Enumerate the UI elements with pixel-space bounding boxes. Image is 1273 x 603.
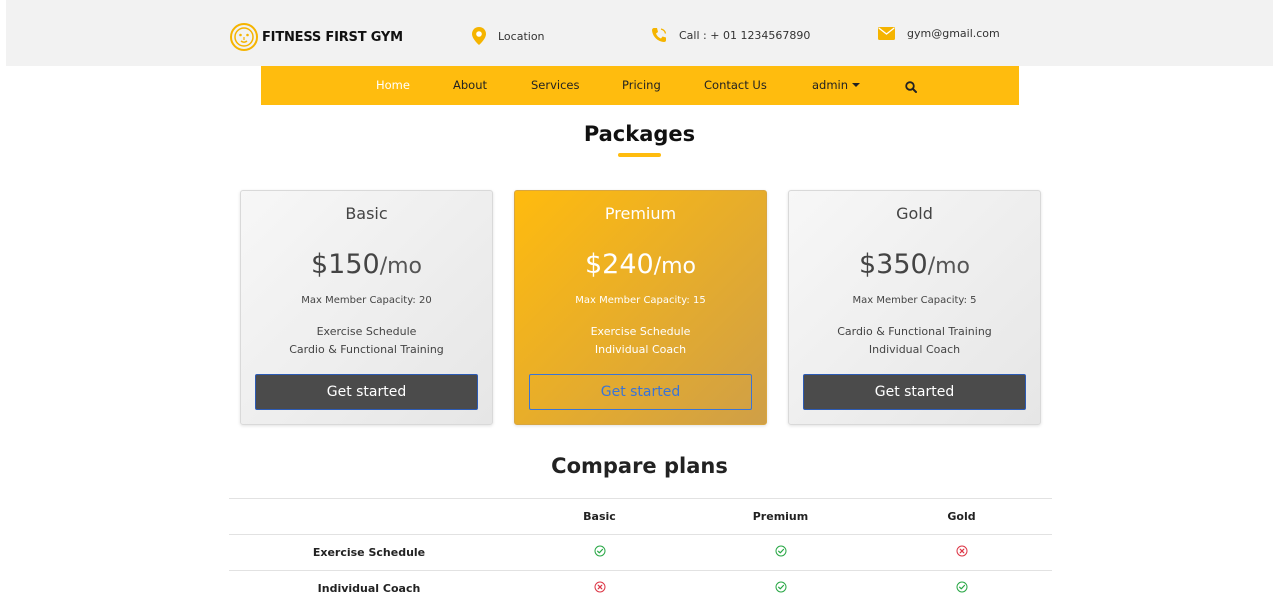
plan-feature: Cardio & Functional Training: [837, 325, 992, 338]
plan-card-gold: Gold $350/mo Max Member Capacity: 5 Card…: [788, 190, 1041, 425]
price-period: /mo: [653, 254, 697, 279]
table-cell: [509, 570, 690, 603]
lion-icon: [230, 23, 258, 51]
plan-name: Gold: [896, 204, 933, 223]
email-text: gym@gmail.com: [907, 27, 1000, 40]
nav-pricing[interactable]: Pricing: [622, 78, 661, 92]
check-circle-icon: [775, 581, 787, 596]
get-started-button-basic[interactable]: Get started: [255, 374, 478, 410]
table-row: Individual Coach: [229, 570, 1052, 603]
compare-table: Basic Premium Gold Exercise Schedule Ind…: [229, 498, 1052, 603]
search-icon: [905, 81, 917, 93]
plan-card-premium: Premium $240/mo Max Member Capacity: 15 …: [514, 190, 767, 425]
nav-user-menu[interactable]: admin: [812, 78, 861, 92]
table-cell: [690, 534, 871, 571]
map-pin-icon: [472, 27, 486, 45]
plan-feature: Cardio & Functional Training: [289, 343, 444, 356]
plan-capacity: Max Member Capacity: 20: [301, 295, 432, 306]
user-menu-label: admin: [812, 78, 849, 92]
price-amount: $350: [858, 249, 928, 280]
price-amount: $240: [584, 249, 654, 280]
plan-feature: Exercise Schedule: [590, 325, 691, 338]
plan-name: Basic: [345, 204, 388, 223]
cross-circle-icon: [956, 545, 968, 560]
table-row: Exercise Schedule: [229, 534, 1052, 571]
top-info-bar: FITNESS FIRST GYM Location Call : + 01 1…: [6, 0, 1273, 66]
check-circle-icon: [594, 545, 606, 560]
plan-price: $350/mo: [789, 249, 1040, 280]
feature-name: Exercise Schedule: [229, 534, 509, 571]
table-cell: [509, 534, 690, 571]
price-period: /mo: [379, 254, 423, 279]
phone-icon: [652, 28, 667, 42]
compare-title: Compare plans: [551, 454, 728, 478]
envelope-icon: [878, 27, 895, 40]
price-amount: $150: [310, 249, 380, 280]
plan-price: $240/mo: [515, 249, 766, 280]
plan-features: Exercise Schedule Individual Coach: [515, 323, 766, 359]
nav-home[interactable]: Home: [376, 78, 410, 92]
price-period: /mo: [927, 254, 971, 279]
table-header: Basic: [509, 498, 690, 535]
table-header: Premium: [690, 498, 871, 535]
plan-features: Exercise Schedule Cardio & Functional Tr…: [241, 323, 492, 359]
cross-circle-icon: [594, 581, 606, 596]
plan-features: Cardio & Functional Training Individual …: [789, 323, 1040, 359]
packages-title: Packages: [583, 122, 696, 146]
table-header: Gold: [871, 498, 1052, 535]
brand[interactable]: FITNESS FIRST GYM: [229, 22, 403, 52]
contact-email: gym@gmail.com: [878, 27, 1000, 40]
table-cell: [690, 570, 871, 603]
get-started-button-gold[interactable]: Get started: [803, 374, 1026, 410]
plan-feature: Exercise Schedule: [316, 325, 417, 338]
plan-card-basic: Basic $150/mo Max Member Capacity: 20 Ex…: [240, 190, 493, 425]
nav-search-button[interactable]: [905, 78, 917, 97]
plan-feature: Individual Coach: [594, 343, 687, 356]
table-cell: [871, 534, 1052, 571]
plan-feature: Individual Coach: [868, 343, 961, 356]
check-circle-icon: [956, 581, 968, 596]
main-nav: Home About Services Pricing Contact Us a…: [261, 66, 1019, 105]
table-header-row: Basic Premium Gold: [229, 498, 1052, 535]
table-cell: [871, 570, 1052, 603]
table-header: [229, 498, 509, 535]
check-circle-icon: [775, 545, 787, 560]
plan-price: $150/mo: [241, 249, 492, 280]
plan-capacity: Max Member Capacity: 15: [575, 295, 706, 306]
location-text: Location: [498, 29, 545, 43]
brand-name: FITNESS FIRST GYM: [262, 29, 403, 45]
caret-down-icon: [852, 83, 861, 87]
contact-call: Call : + 01 1234567890: [651, 27, 810, 43]
contact-location: Location: [472, 27, 545, 45]
title-underline: [618, 153, 661, 157]
plan-name: Premium: [604, 204, 677, 223]
feature-name: Individual Coach: [229, 570, 509, 603]
nav-services[interactable]: Services: [531, 78, 580, 92]
get-started-button-premium[interactable]: Get started: [529, 374, 752, 410]
plan-capacity: Max Member Capacity: 5: [852, 295, 977, 306]
nav-contact-us[interactable]: Contact Us: [704, 78, 767, 92]
call-text: Call : + 01 1234567890: [679, 28, 811, 42]
nav-about[interactable]: About: [453, 78, 487, 92]
